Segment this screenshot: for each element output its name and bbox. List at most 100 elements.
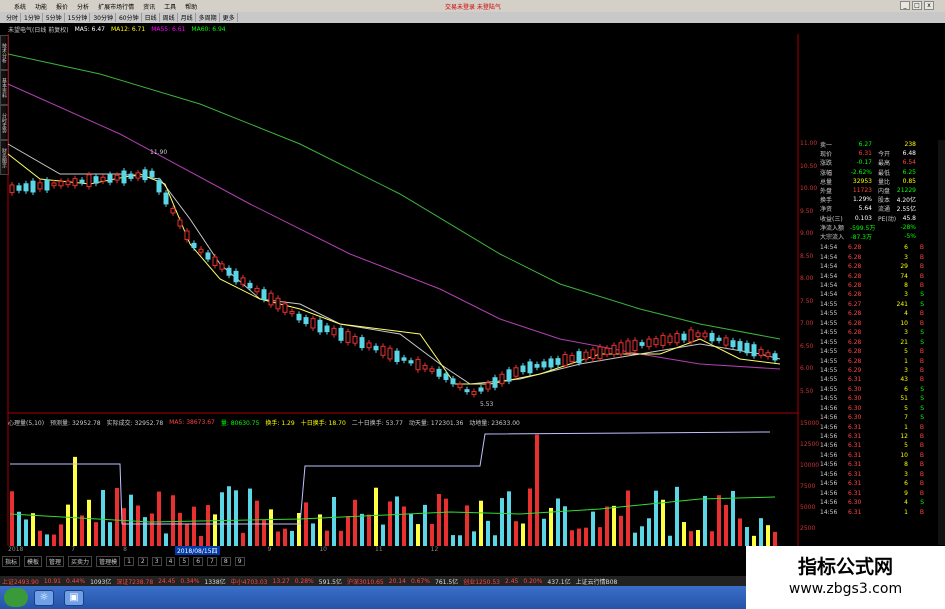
start-icon[interactable]: [4, 588, 28, 607]
trade-side: S: [920, 385, 924, 393]
indicator-tab[interactable]: 3: [151, 556, 162, 566]
trade-time: 14:56: [820, 442, 838, 450]
minimize-button[interactable]: _: [900, 1, 910, 10]
taskbar-app-icon[interactable]: ▣: [64, 590, 84, 606]
candle-body: [268, 292, 274, 306]
price-tick: 10.00: [800, 185, 818, 192]
candle-body: [590, 349, 596, 360]
quote-row: 现价 6.31 今开 6.48: [820, 149, 938, 158]
trade-row: 14:54 6.28 3 S: [820, 290, 938, 299]
menu-item[interactable]: 分析: [77, 2, 89, 11]
kline-chart[interactable]: 11.90 5.53: [0, 34, 800, 546]
period-button[interactable]: 月线: [179, 13, 196, 22]
quote-value: 32953: [852, 177, 872, 185]
menu-item[interactable]: 帮助: [185, 2, 197, 11]
indicator-tab[interactable]: 管理模: [96, 555, 121, 567]
period-button[interactable]: 分时: [4, 13, 22, 22]
trade-row: 14:55 6.28 1 B: [820, 356, 938, 365]
close-button[interactable]: x: [924, 1, 934, 10]
date-axis: 2018 7 8 2018/08/15四 9 10 11 12: [8, 546, 793, 555]
side-scrollbar[interactable]: [938, 140, 945, 545]
indicator-tab[interactable]: 6: [193, 556, 204, 566]
menu-item[interactable]: 系统: [14, 2, 26, 11]
trade-time: 14:55: [820, 366, 838, 374]
volume-bar: [479, 500, 483, 546]
trade-volume: 6: [904, 480, 908, 488]
trade-time: 14:54: [820, 263, 838, 271]
ma-line: [7, 83, 781, 370]
trade-side: S: [920, 338, 924, 346]
price-tick: 7.00: [800, 320, 814, 327]
quote-value: 6.27: [858, 141, 872, 149]
indicator-tab[interactable]: 7: [207, 556, 217, 566]
period-button[interactable]: 多周期: [197, 13, 220, 22]
menu-item[interactable]: 扩展市场行情: [98, 2, 134, 11]
trade-row: 14:56 6.31 10 B: [820, 451, 938, 460]
volume-bar: [24, 519, 28, 546]
trade-time: 14:56: [820, 489, 838, 497]
candle-body: [86, 174, 92, 188]
period-button[interactable]: 日线: [143, 13, 160, 22]
menu-item[interactable]: 工具: [164, 2, 176, 11]
candle-body: [177, 219, 183, 227]
trade-price: 6.27: [848, 300, 862, 308]
date-tick: 2018/08/15四: [174, 546, 220, 555]
candle-body: [681, 333, 687, 341]
period-button[interactable]: 周线: [161, 13, 178, 22]
trade-row: 14:56 6.30 4 S: [820, 498, 938, 507]
volume-bar: [283, 528, 287, 546]
volume-bar: [290, 530, 294, 546]
volume-bar: [87, 499, 91, 546]
quote-value: 45.8: [902, 214, 916, 222]
taskbar-app-icon[interactable]: ☼: [34, 590, 54, 606]
volume-bar: [374, 487, 378, 546]
indicator-tab[interactable]: 1: [124, 556, 134, 566]
candle-body: [758, 348, 764, 356]
period-button[interactable]: 5分钟: [44, 13, 65, 22]
candle-body: [555, 358, 561, 365]
volume-bar: [717, 495, 721, 546]
quote-label: 量比: [878, 178, 891, 186]
candle-body: [513, 367, 519, 377]
period-button[interactable]: 60分钟: [117, 13, 142, 22]
period-button[interactable]: 15分钟: [66, 13, 91, 22]
volume-bar: [311, 523, 315, 546]
ticker-item: 20.14: [388, 577, 406, 585]
quote-label: 收益(三): [820, 215, 843, 223]
indicator-tab[interactable]: 模板: [24, 555, 43, 567]
quote-label: 涨幅: [820, 169, 833, 177]
candle-body: [366, 342, 372, 349]
quote-label: 大宗流入: [820, 233, 845, 241]
candle-body: [457, 383, 463, 389]
trade-volume: 5: [904, 348, 908, 356]
indicator-tab[interactable]: 管理: [46, 555, 65, 567]
maximize-button[interactable]: □: [912, 1, 922, 10]
trade-row: 14:56 6.31 9 B: [820, 488, 938, 497]
indicator-tab[interactable]: 2: [137, 556, 148, 566]
indicator-tab[interactable]: 买卖力: [68, 555, 93, 567]
candle-body: [261, 289, 267, 300]
indicator-tab[interactable]: 指标: [2, 555, 21, 567]
indicator-tab[interactable]: 4: [165, 556, 176, 566]
trade-side: B: [919, 376, 924, 384]
ticker-item: 上证云行情B08: [575, 578, 618, 586]
trade-volume: 3: [904, 253, 908, 261]
volume-legend-item: 心理量(5,10): [8, 419, 45, 427]
candle-body: [142, 169, 148, 181]
quote-row: 外盘 11723 内盘 21229: [820, 186, 938, 195]
indicator-tab[interactable]: 8: [220, 556, 231, 566]
volume-bar: [185, 523, 189, 546]
menu-item[interactable]: 报价: [56, 2, 68, 11]
volume-bar: [738, 518, 742, 546]
indicator-tab[interactable]: 5: [179, 556, 190, 566]
period-button[interactable]: 更多: [221, 13, 238, 22]
volume-bar: [472, 531, 476, 546]
indicator-tab[interactable]: 9: [234, 556, 245, 566]
candle-body: [226, 267, 232, 276]
menu-item[interactable]: 功能: [35, 2, 47, 11]
menu-item[interactable]: 资讯: [143, 2, 155, 11]
period-button[interactable]: 1分钟: [22, 13, 43, 22]
trade-price: 6.28: [848, 291, 862, 299]
period-button[interactable]: 30分钟: [91, 13, 116, 22]
candle-body: [233, 270, 239, 283]
